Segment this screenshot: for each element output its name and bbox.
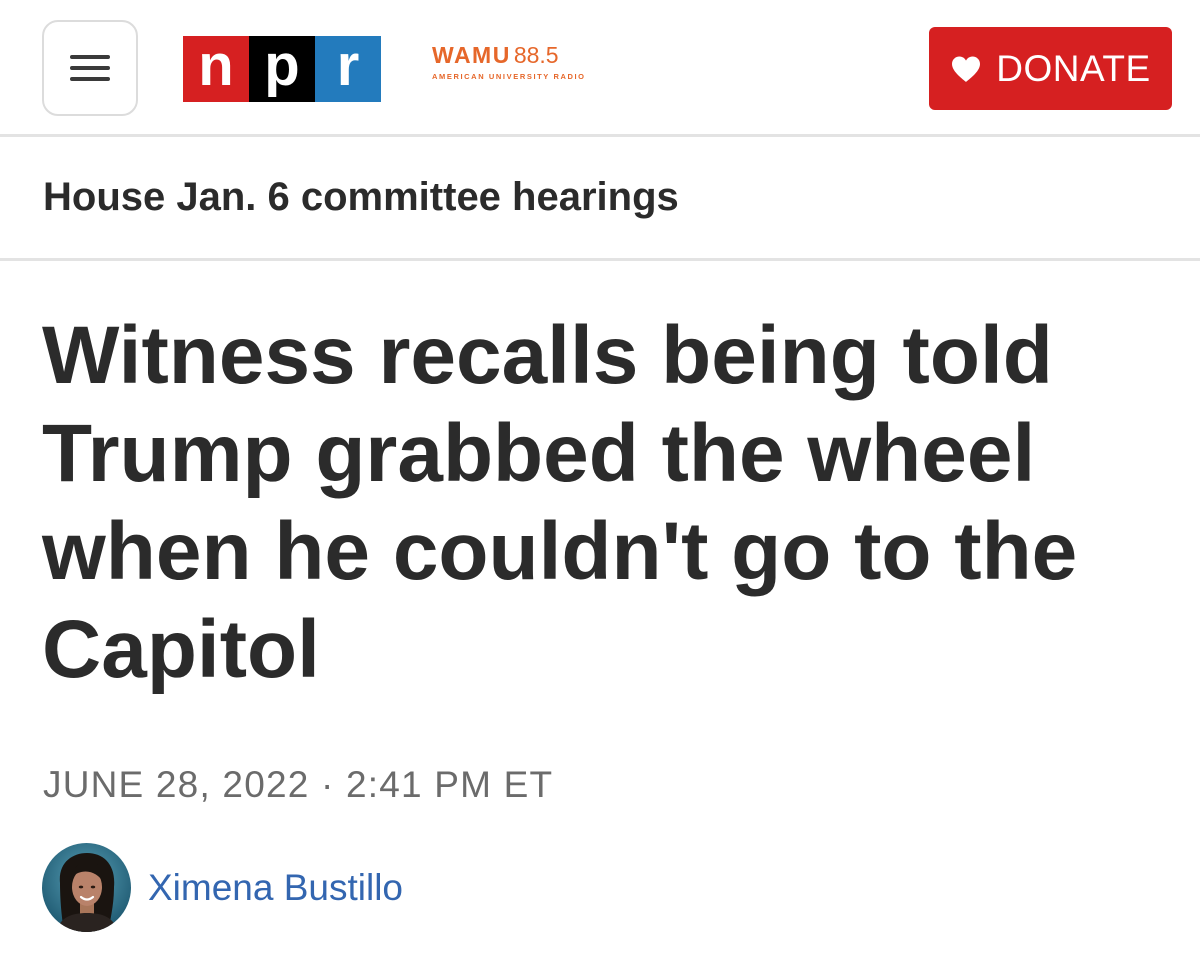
article-headline: Witness recalls being told Trump grabbed… xyxy=(42,310,1078,695)
station-tagline: AMERICAN UNIVERSITY RADIO xyxy=(432,72,586,81)
hamburger-menu-icon-bar xyxy=(70,77,110,81)
station-frequency: 88.5 xyxy=(513,42,559,68)
npr-logo-r: r xyxy=(315,36,381,102)
donate-label: DONATE xyxy=(996,47,1151,89)
author-photo xyxy=(42,843,131,932)
site-header: n p r WAMU 88.5 AMERICAN UNIVERSITY RADIO… xyxy=(0,0,1200,137)
hamburger-menu-icon-bar xyxy=(70,66,110,70)
author-avatar[interactable] xyxy=(42,843,131,932)
donate-button[interactable]: DONATE xyxy=(929,27,1172,110)
station-name: WAMU xyxy=(432,42,511,68)
station-logo[interactable]: WAMU 88.5 AMERICAN UNIVERSITY RADIO xyxy=(432,44,586,82)
hamburger-menu-icon xyxy=(70,55,110,59)
npr-logo-p: p xyxy=(249,36,315,102)
station-logo-top: WAMU 88.5 xyxy=(432,44,586,67)
author-name-link[interactable]: Ximena Bustillo xyxy=(148,867,403,909)
npr-logo[interactable]: n p r xyxy=(183,36,381,102)
hamburger-menu-button[interactable] xyxy=(42,20,138,116)
section-link[interactable]: House Jan. 6 committee hearings xyxy=(43,175,679,220)
article-dateline: JUNE 28, 2022 · 2:41 PM ET xyxy=(43,764,554,805)
heart-icon xyxy=(950,54,984,84)
npr-logo-n: n xyxy=(183,36,249,102)
